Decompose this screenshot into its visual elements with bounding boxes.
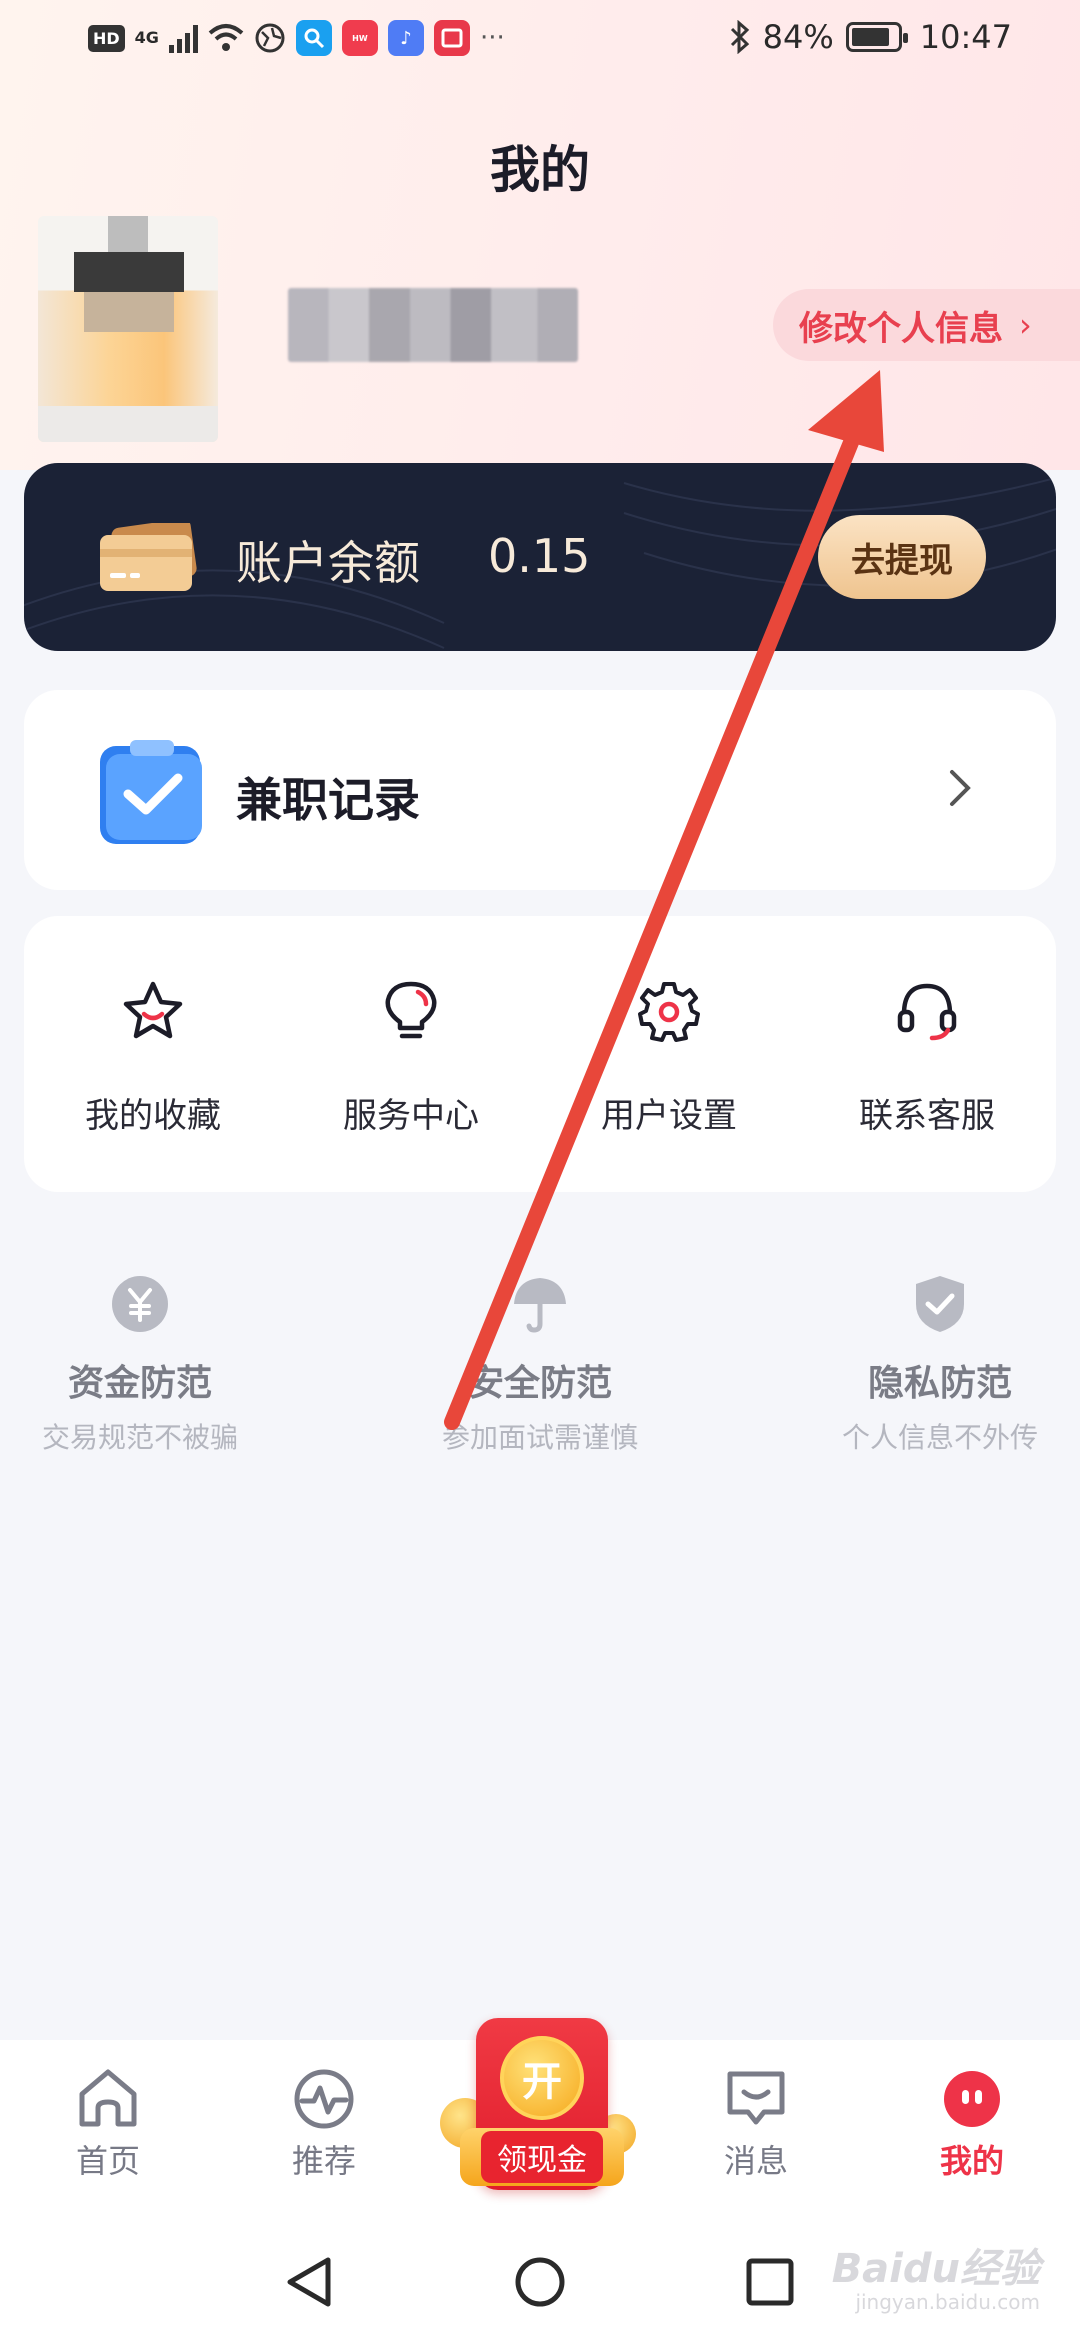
music-app-icon: ♪ <box>387 20 424 56</box>
network-type: 4G <box>134 28 159 47</box>
star-icon <box>123 981 183 1039</box>
home-icon <box>79 2069 137 2127</box>
lightbulb-icon <box>385 981 437 1039</box>
shield-icon <box>916 1276 964 1332</box>
page-title: 我的 <box>490 141 590 199</box>
tip-title: 安全防范 <box>467 1363 612 1404</box>
huawei-app-icon: HW <box>341 20 378 56</box>
shortcut-label: 我的收藏 <box>85 1096 221 1136</box>
shortcut-service-center[interactable]: 服务中心 <box>282 916 540 1192</box>
balance-card: 账户余额 0.15 去提现 <box>24 463 1056 651</box>
promo-label: 领现金 <box>460 2128 624 2186</box>
battery-icon <box>845 22 908 52</box>
tip-privacy: 隐私防范 个人信息不外传 <box>790 1262 1080 1456</box>
watermark-url: jingyan.baidu.com <box>855 2290 1040 2314</box>
clock: 10:47 <box>919 18 1012 56</box>
profile-icon <box>944 2071 1000 2127</box>
collect-cash-promo[interactable]: 开 领现金 <box>430 2018 650 2208</box>
umbrella-icon <box>514 1278 566 1333</box>
avatar[interactable] <box>38 216 218 442</box>
parttime-record-label: 兼职记录 <box>236 773 420 827</box>
nav-label: 消息 <box>723 2142 788 2180</box>
wifi-icon <box>208 24 244 51</box>
chevron-right-icon: › <box>1019 306 1032 344</box>
tip-subtitle: 个人信息不外传 <box>841 1421 1038 1454</box>
chevron-right-icon <box>950 770 971 806</box>
parttime-record-row[interactable]: 兼职记录 <box>24 690 1056 890</box>
tip-subtitle: 交易规范不被骗 <box>41 1421 238 1454</box>
nav-messages[interactable]: 消息 <box>686 2068 826 2182</box>
signal-icon <box>168 23 198 53</box>
nav-mine[interactable]: 我的 <box>902 2068 1042 2182</box>
reader-app-icon <box>433 20 470 56</box>
nav-home[interactable]: 首页 <box>38 2068 178 2182</box>
shortcut-label: 联系客服 <box>859 1096 995 1136</box>
edit-profile-button[interactable]: 修改个人信息 › <box>773 289 1080 361</box>
status-right: 84% 10:47 <box>729 18 1012 56</box>
bottom-nav: 首页 推荐 开 领现金 消息 我的 <box>0 2018 1080 2220</box>
promo-label-text: 领现金 <box>481 2131 603 2183</box>
shortcut-grid: 我的收藏 服务中心 用户设置 联系客服 <box>24 916 1056 1192</box>
username-blurred <box>288 288 578 362</box>
shortcut-label: 服务中心 <box>343 1096 479 1136</box>
nav-label: 我的 <box>939 2142 1004 2180</box>
open-coin: 开 <box>500 2036 584 2120</box>
tip-title: 隐私防范 <box>867 1363 1012 1404</box>
bluetooth-icon <box>730 20 749 54</box>
battery-percent: 84% <box>762 18 834 56</box>
shortcut-user-settings[interactable]: 用户设置 <box>540 916 798 1192</box>
tip-title: 资金防范 <box>67 1363 212 1404</box>
hd-badge: HD <box>88 24 125 52</box>
more-notifications-icon: ··· <box>479 23 505 53</box>
tip-funds: 资金防范 交易规范不被骗 <box>0 1262 290 1456</box>
shortcut-customer-service[interactable]: 联系客服 <box>798 916 1056 1192</box>
balance-value: 0.15 <box>488 529 591 583</box>
recents-icon[interactable] <box>744 2256 796 2308</box>
clipboard-check-icon <box>100 740 202 844</box>
status-bar: HD 4G HW ♪ ··· 84% 10:47 <box>0 0 1080 82</box>
balance-label: 账户余额 <box>236 536 420 590</box>
status-left: HD 4G HW ♪ ··· <box>88 20 505 56</box>
nav-recommend[interactable]: 推荐 <box>254 2068 394 2182</box>
vpn-icon <box>255 23 285 53</box>
gear-icon <box>638 982 700 1042</box>
back-icon[interactable] <box>284 2256 336 2308</box>
nav-label: 首页 <box>75 2142 140 2180</box>
pulse-icon <box>294 2069 354 2129</box>
watermark: Baidu经验 <box>831 2246 1040 2292</box>
home-circle-icon[interactable] <box>514 2256 566 2308</box>
message-icon <box>727 2071 785 2125</box>
withdraw-button[interactable]: 去提现 <box>818 515 986 599</box>
yuan-icon <box>112 1276 168 1332</box>
tip-safety: 安全防范 参加面试需谨慎 <box>390 1262 690 1456</box>
safety-tips: 资金防范 交易规范不被骗 安全防范 参加面试需谨慎 隐私防范 个人信息不外传 <box>0 1262 1080 1462</box>
edit-profile-label: 修改个人信息 <box>799 308 1003 349</box>
nav-label: 推荐 <box>291 2142 356 2180</box>
headset-icon <box>897 983 957 1041</box>
tip-subtitle: 参加面试需谨慎 <box>441 1421 638 1454</box>
shortcut-label: 用户设置 <box>601 1096 737 1136</box>
shortcut-favorites[interactable]: 我的收藏 <box>24 916 282 1192</box>
wallet-icon <box>100 523 197 591</box>
search-app-icon <box>295 20 332 56</box>
